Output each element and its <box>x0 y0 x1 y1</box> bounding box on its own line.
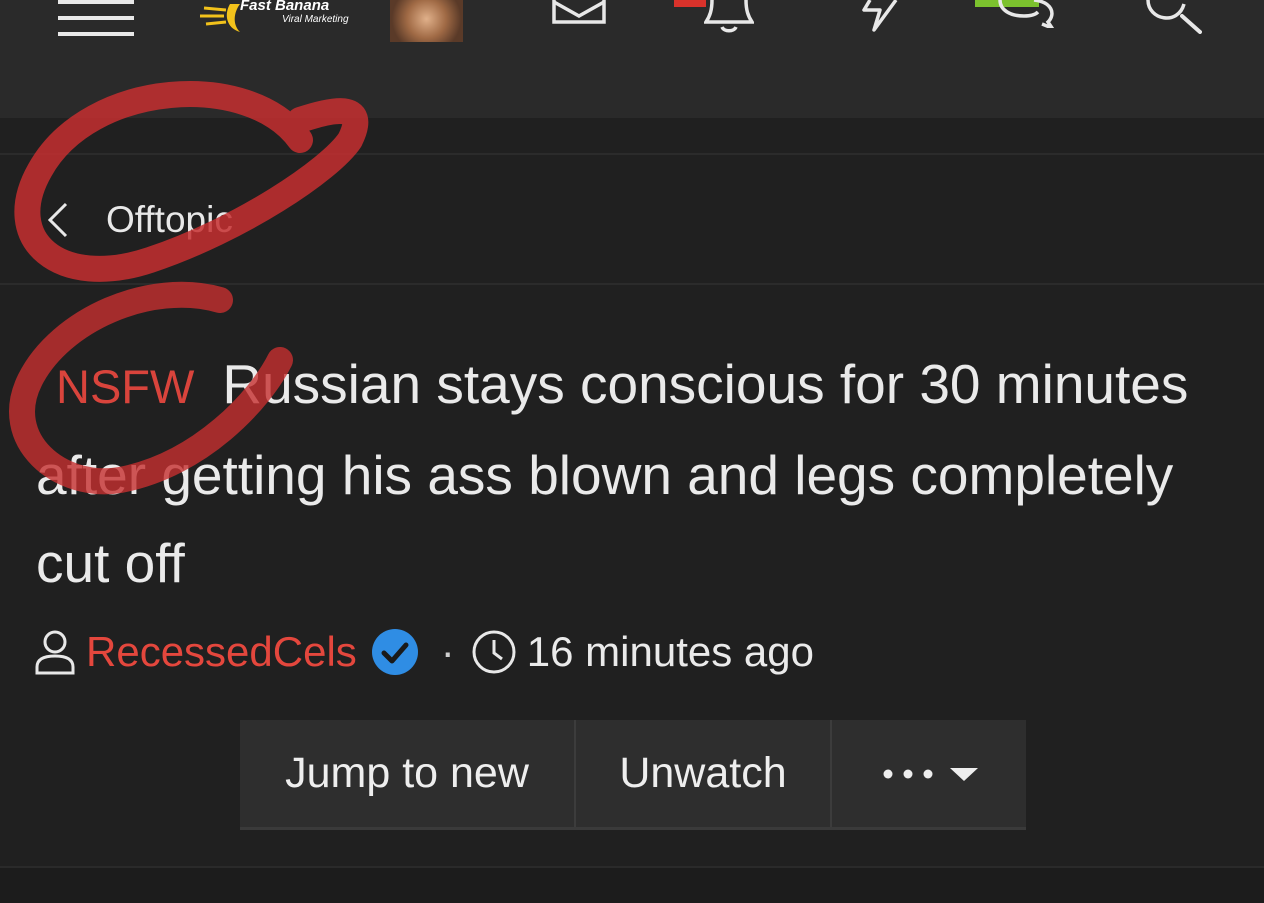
breadcrumb-label: Offtopic <box>106 199 233 240</box>
more-options-button[interactable] <box>830 720 1026 827</box>
nsfw-prefix[interactable]: NSFW <box>56 360 194 413</box>
logo[interactable]: Fast Banana Viral Marketing <box>196 0 356 40</box>
thread-title: NSFW Russian stays conscious for 30 minut… <box>36 340 1236 607</box>
breadcrumb[interactable]: Offtopic <box>44 194 233 246</box>
thread-timestamp[interactable]: 16 minutes ago <box>527 628 814 676</box>
separator: · <box>440 628 455 675</box>
user-icon <box>35 630 75 675</box>
menu-icon[interactable] <box>58 0 134 40</box>
clock-icon <box>472 630 516 674</box>
divider <box>0 153 1264 155</box>
thread-meta: RecessedCels · 16 minutes ago <box>34 622 814 682</box>
author-link[interactable]: RecessedCels <box>86 628 357 676</box>
top-nav-bar: Fast Banana Viral Marketing <box>0 0 1264 118</box>
divider <box>0 866 1264 903</box>
avatar[interactable] <box>390 0 463 42</box>
thread-actions: Jump to new Unwatch <box>240 720 1026 830</box>
chevron-left-icon <box>47 202 68 238</box>
verified-badge-icon <box>371 629 418 675</box>
svg-text:Fast Banana: Fast Banana <box>240 0 329 14</box>
svg-text:Viral Marketing: Viral Marketing <box>282 14 349 25</box>
alert-badge <box>674 0 706 7</box>
chat-icon[interactable] <box>996 0 1058 28</box>
more-options-icon <box>883 767 978 781</box>
search-icon[interactable] <box>1144 0 1202 34</box>
bell-icon[interactable] <box>704 0 754 34</box>
jump-to-new-button[interactable]: Jump to new <box>240 720 574 827</box>
unwatch-button[interactable]: Unwatch <box>574 720 830 827</box>
bolt-icon[interactable] <box>860 0 900 32</box>
mail-icon[interactable] <box>552 0 606 26</box>
thread-title-text: Russian stays conscious for 30 minutes a… <box>36 353 1189 594</box>
divider <box>0 283 1264 285</box>
